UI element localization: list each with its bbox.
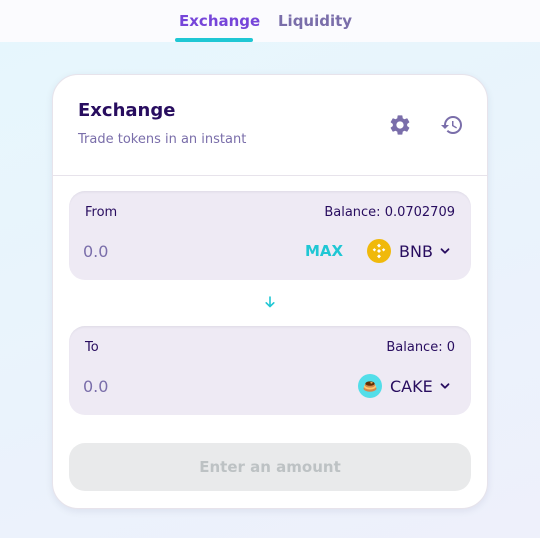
- from-token-symbol: BNB: [399, 241, 433, 261]
- exchange-card: Exchange Trade tokens in an instant From…: [52, 74, 488, 509]
- chevron-down-icon: [439, 245, 451, 257]
- to-balance: Balance: 0: [386, 340, 455, 355]
- card-title: Exchange: [78, 100, 176, 121]
- max-button[interactable]: MAX: [305, 242, 343, 260]
- gear-icon: [390, 115, 410, 135]
- from-balance: Balance: 0.0702709: [324, 205, 455, 220]
- arrow-down-icon: [265, 296, 275, 308]
- enter-amount-button[interactable]: Enter an amount: [69, 443, 471, 491]
- card-subtitle: Trade tokens in an instant: [78, 132, 247, 147]
- from-amount-input[interactable]: [83, 239, 263, 263]
- cake-logo-icon: [358, 374, 382, 398]
- active-tab-indicator: [175, 38, 253, 42]
- header-divider: [53, 175, 487, 176]
- chevron-down-icon: [439, 380, 451, 392]
- from-panel: From Balance: 0.0702709 MAX BNB: [69, 191, 471, 280]
- top-nav: Exchange Liquidity: [0, 0, 540, 42]
- to-token-symbol: CAKE: [390, 376, 433, 396]
- tab-liquidity[interactable]: Liquidity: [278, 12, 352, 30]
- to-token-select[interactable]: CAKE: [358, 372, 451, 400]
- tab-exchange[interactable]: Exchange: [179, 12, 260, 30]
- from-label: From: [85, 205, 118, 220]
- to-amount-input[interactable]: [83, 374, 263, 398]
- settings-button[interactable]: [386, 111, 414, 139]
- swap-direction-button[interactable]: [262, 294, 278, 310]
- to-label: To: [85, 340, 99, 355]
- to-panel: To Balance: 0 CAKE: [69, 326, 471, 415]
- from-token-select[interactable]: BNB: [367, 237, 451, 265]
- history-icon: [441, 116, 462, 134]
- history-button[interactable]: [438, 111, 466, 139]
- bnb-logo-icon: [367, 239, 391, 263]
